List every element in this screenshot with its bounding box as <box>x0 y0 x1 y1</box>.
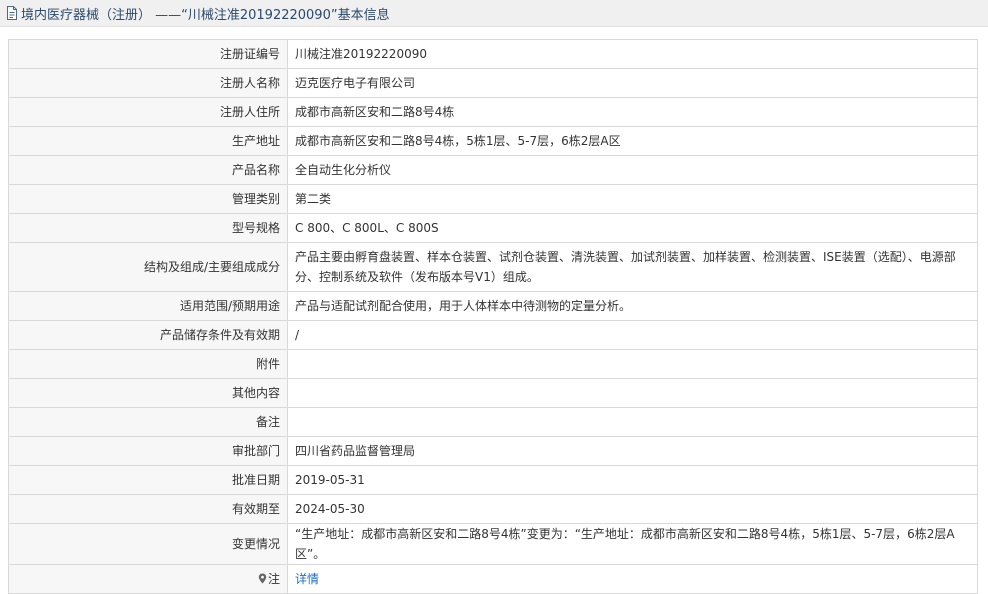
table-row: 有效期至 2024-05-30 <box>8 494 978 524</box>
field-label: 适用范围/预期用途 <box>8 291 288 321</box>
table-row: 其他内容 <box>8 378 978 408</box>
table-row: 附件 <box>8 349 978 379</box>
table-row: 备注 <box>8 407 978 437</box>
table-row: 适用范围/预期用途 产品与适配试剂配合使用，用于人体样本中待测物的定量分析。 <box>8 291 978 321</box>
field-label: 备注 <box>8 407 288 437</box>
field-value: C 800、C 800L、C 800S <box>287 213 978 243</box>
field-label: 其他内容 <box>8 378 288 408</box>
field-label: 产品名称 <box>8 155 288 185</box>
field-value: 全自动生化分析仪 <box>287 155 978 185</box>
table-row: 注册证编号 川械注准20192220090 <box>8 39 978 69</box>
field-value: 川械注准20192220090 <box>287 39 978 69</box>
field-value <box>287 407 978 437</box>
field-value: 第二类 <box>287 184 978 214</box>
table-row: 生产地址 成都市高新区安和二路8号4栋，5栋1层、5-7层，6栋2层A区 <box>8 126 978 156</box>
document-icon <box>6 6 18 20</box>
note-label: 注 <box>267 572 280 586</box>
field-label: 批准日期 <box>8 465 288 495</box>
page-header: 境内医疗器械（注册） ——“川械注准20192220090”基本信息 <box>0 0 988 27</box>
field-value: 2019-05-31 <box>287 465 978 495</box>
table-row: 结构及组成/主要组成成分 产品主要由孵育盘装置、样本仓装置、试剂仓装置、清洗装置… <box>8 242 978 292</box>
field-label: 审批部门 <box>8 436 288 466</box>
field-label: 产品储存条件及有效期 <box>8 320 288 350</box>
field-value: / <box>287 320 978 350</box>
field-label: 结构及组成/主要组成成分 <box>8 242 288 292</box>
field-label: 型号规格 <box>8 213 288 243</box>
field-value <box>287 378 978 408</box>
details-link[interactable]: 详情 <box>295 572 319 586</box>
field-value: 产品主要由孵育盘装置、样本仓装置、试剂仓装置、清洗装置、加试剂装置、加样装置、检… <box>287 242 978 292</box>
field-value <box>287 349 978 379</box>
field-label: 注册人住所 <box>8 97 288 127</box>
field-label: 变更情况 <box>8 523 288 565</box>
field-label: 注册证编号 <box>8 39 288 69</box>
table-row: 注册人名称 迈克医疗电子有限公司 <box>8 68 978 98</box>
field-label: 附件 <box>8 349 288 379</box>
table-row: 变更情况 “生产地址：成都市高新区安和二路8号4栋”变更为：“生产地址：成都市高… <box>8 523 978 565</box>
table-row: 批准日期 2019-05-31 <box>8 465 978 495</box>
field-value: 成都市高新区安和二路8号4栋，5栋1层、5-7层，6栋2层A区 <box>287 126 978 156</box>
note-label-cell: 注 <box>8 564 288 594</box>
field-value: 迈克医疗电子有限公司 <box>287 68 978 98</box>
field-label: 有效期至 <box>8 494 288 524</box>
field-value: 产品与适配试剂配合使用，用于人体样本中待测物的定量分析。 <box>287 291 978 321</box>
field-value: 成都市高新区安和二路8号4栋 <box>287 97 978 127</box>
table-row: 注册人住所 成都市高新区安和二路8号4栋 <box>8 97 978 127</box>
table-row: 产品储存条件及有效期 / <box>8 320 978 350</box>
field-label: 管理类别 <box>8 184 288 214</box>
table-row: 审批部门 四川省药品监督管理局 <box>8 436 978 466</box>
field-value: 2024-05-30 <box>287 494 978 524</box>
field-value: “生产地址：成都市高新区安和二路8号4栋”变更为：“生产地址：成都市高新区安和二… <box>287 523 978 565</box>
field-value: 四川省药品监督管理局 <box>287 436 978 466</box>
note-value-cell: 详情 <box>287 564 978 594</box>
field-label: 注册人名称 <box>8 68 288 98</box>
table-row: 管理类别 第二类 <box>8 184 978 214</box>
table-row: 产品名称 全自动生化分析仪 <box>8 155 978 185</box>
registration-info-table: 注册证编号 川械注准20192220090 注册人名称 迈克医疗电子有限公司 注… <box>8 39 978 594</box>
pin-icon <box>258 570 267 584</box>
note-row: 注 详情 <box>8 564 978 594</box>
table-row: 型号规格 C 800、C 800L、C 800S <box>8 213 978 243</box>
field-label: 生产地址 <box>8 126 288 156</box>
page-title: 境内医疗器械（注册） ——“川械注准20192220090”基本信息 <box>21 7 390 23</box>
